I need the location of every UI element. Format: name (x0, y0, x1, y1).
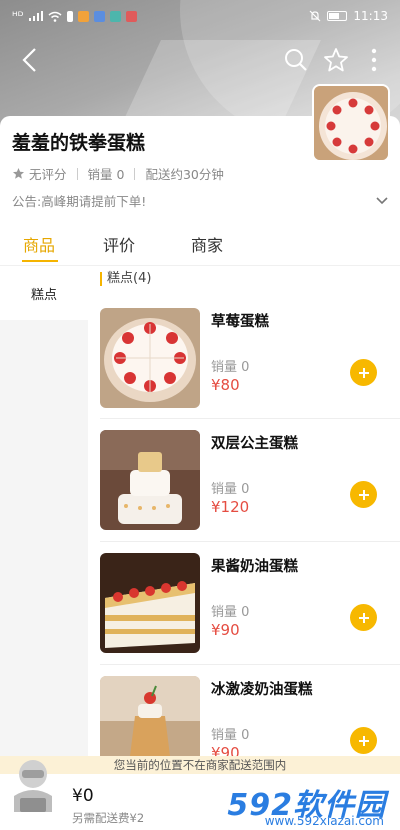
add-to-cart-button[interactable] (350, 604, 377, 631)
product-sales: 销量 0 (211, 728, 250, 743)
cart-icon[interactable] (8, 756, 58, 818)
divider (100, 664, 400, 665)
product-sales: 销量 0 (211, 360, 250, 375)
notification-app-icon (93, 10, 105, 22)
watermark-logo: 592软件园 www.592xiazai.com (184, 780, 394, 828)
delivery-fee-text: 另需配送费¥2 (72, 811, 145, 825)
chevron-down-icon (376, 197, 388, 205)
sim-icon (66, 10, 73, 22)
delivery-time-text: 配送约30分钟 (145, 167, 224, 182)
shop-meta: 无评分 销量 0 配送约30分钟 (12, 164, 224, 183)
cart-bar: ¥0 另需配送费¥2 592软件园 www.592xiazai.com (0, 760, 400, 830)
watermark-url: www.592xiazai.com (264, 814, 384, 828)
delivery-range-notice: 您当前的位置不在商家配送范围内 (0, 756, 400, 774)
category-sidebar: 糕点 (0, 266, 88, 756)
cart-total: ¥0 (72, 786, 94, 806)
shop-name: 羞羞的铁拳蛋糕 (12, 132, 146, 154)
signal-icon (28, 11, 43, 21)
sales-text: 销量 0 (87, 167, 125, 182)
favorite-button[interactable] (318, 40, 354, 80)
plus-icon (358, 489, 369, 500)
plus-icon (358, 735, 369, 746)
product-image (100, 308, 200, 408)
section-title: 糕点(4) (100, 272, 151, 286)
plus-icon (358, 367, 369, 378)
more-button[interactable] (356, 40, 392, 80)
notification-app-icon (77, 10, 89, 22)
product-price: ¥120 (211, 498, 250, 516)
add-to-cart-button[interactable] (350, 481, 377, 508)
star-outline-icon (324, 48, 348, 72)
clock: 11:13 (353, 9, 388, 23)
plus-icon (358, 612, 369, 623)
expand-notice-button[interactable] (376, 190, 388, 209)
battery-icon (327, 11, 348, 21)
sidebar-item-pastry[interactable]: 糕点 (0, 266, 88, 320)
product-sales: 销量 0 (211, 482, 250, 497)
product-item[interactable]: 果酱奶油蛋糕 销量 0 ¥90 (100, 553, 400, 675)
tab-merchant[interactable]: 商家 (191, 232, 223, 256)
product-sales: 销量 0 (211, 605, 250, 620)
add-to-cart-button[interactable] (350, 727, 377, 754)
top-navigation (0, 40, 400, 80)
product-price: ¥80 (211, 376, 240, 394)
shop-logo-image (312, 84, 390, 162)
product-name: 双层公主蛋糕 (211, 436, 298, 452)
signal-indicator: ᴴᴰ (12, 9, 24, 23)
notification-app-icon (125, 10, 137, 22)
divider (76, 167, 78, 180)
tab-reviews[interactable]: 评价 (103, 232, 135, 256)
tab-products[interactable]: 商品 (23, 232, 55, 256)
chevron-left-icon (22, 48, 36, 72)
wifi-icon (48, 11, 61, 22)
product-name: 草莓蛋糕 (211, 314, 269, 330)
mute-icon (309, 10, 321, 22)
search-button[interactable] (278, 40, 314, 80)
rating-text: 无评分 (29, 167, 67, 182)
product-item[interactable]: 双层公主蛋糕 销量 0 ¥120 (100, 430, 400, 552)
product-name: 冰激凌奶油蛋糕 (211, 682, 313, 698)
active-tab-indicator (22, 260, 58, 262)
back-button[interactable] (12, 40, 48, 80)
more-vertical-icon (371, 48, 377, 72)
divider (134, 167, 136, 180)
divider (100, 418, 400, 419)
divider (100, 541, 400, 542)
add-to-cart-button[interactable] (350, 359, 377, 386)
tab-bar: 商品 评价 商家 (0, 220, 400, 266)
notification-app-icon (109, 10, 121, 22)
product-price: ¥90 (211, 621, 240, 639)
product-name: 果酱奶油蛋糕 (211, 559, 298, 575)
shop-notice: 公告:高峰期请提前下单! (12, 194, 147, 209)
search-icon (285, 49, 307, 71)
product-item[interactable]: 草莓蛋糕 销量 0 ¥80 (100, 308, 400, 430)
star-icon (13, 168, 24, 179)
sidebar-item-label: 糕点 (30, 287, 57, 303)
product-image (100, 430, 200, 530)
product-image (100, 553, 200, 653)
status-bar: ᴴᴰ 11:13 (0, 0, 400, 32)
